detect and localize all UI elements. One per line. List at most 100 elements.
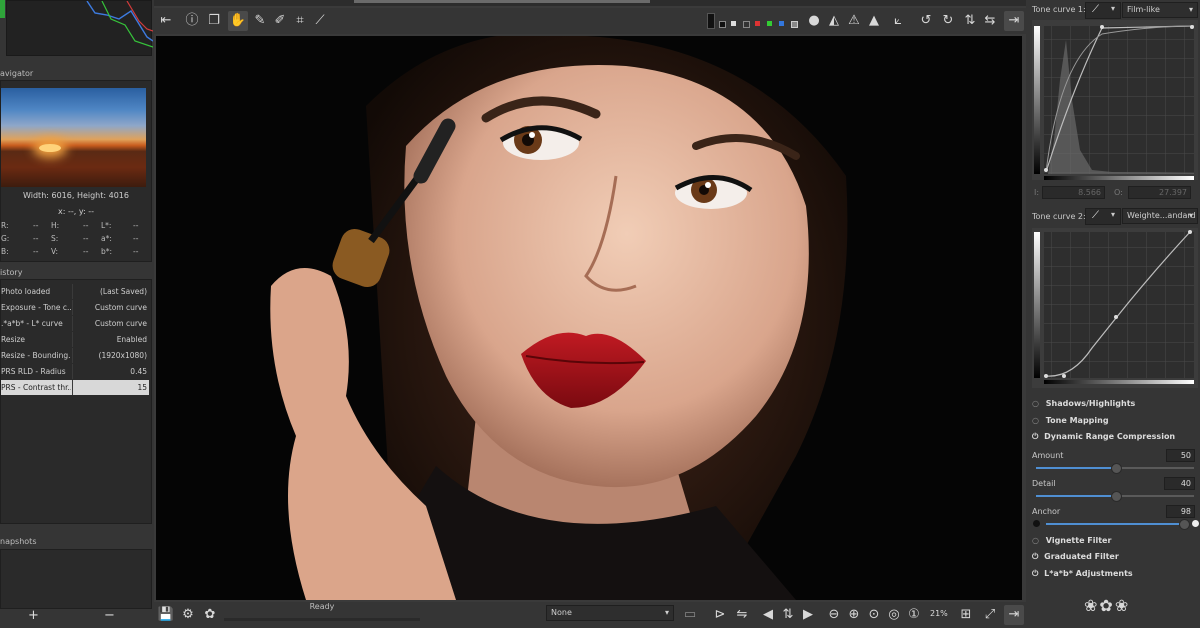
channel-luminance[interactable]: [791, 21, 798, 28]
readout-label: b*:: [101, 247, 113, 256]
readout-label: B:: [1, 247, 9, 256]
detail-slider-knob[interactable]: [1111, 491, 1122, 502]
shadow-clipping-warning-icon[interactable]: ⚠: [844, 11, 864, 31]
highlight-clipping-warning-icon[interactable]: ▲: [864, 11, 884, 31]
channel-white[interactable]: [731, 21, 736, 26]
collapse-bottom-icon[interactable]: ⇥: [1004, 605, 1024, 625]
history-item[interactable]: .*a*b* - L* curve Custom curve: [1, 316, 149, 331]
channel-gray[interactable]: [743, 21, 750, 28]
section-graduated-filter[interactable]: ⏻ Graduated Filter: [1032, 552, 1119, 562]
hand-tool-icon[interactable]: ✋: [228, 11, 248, 31]
tone-curve-2-editor[interactable]: [1032, 228, 1198, 388]
collapsed-indicator-icon: ○: [1032, 536, 1039, 545]
history-item[interactable]: Exposure - Tone c... Custom curve: [1, 300, 149, 315]
power-icon[interactable]: ⏻: [1032, 569, 1038, 578]
status-progress: [224, 618, 420, 621]
history-item[interactable]: PRS RLD - Radius 0.45: [1, 364, 149, 379]
exposure-indicator-icon[interactable]: ◭: [824, 11, 844, 31]
history-separator: [72, 284, 73, 299]
collapsed-indicator-icon: ○: [1032, 399, 1039, 408]
sync-icon[interactable]: ⇋: [732, 605, 752, 625]
zoom-out-icon[interactable]: ⊖: [824, 605, 844, 625]
profile-dropdown[interactable]: None ▾: [546, 605, 674, 621]
history-separator: [72, 348, 73, 363]
zoom-crop-icon[interactable]: ◎: [884, 605, 904, 625]
channel-green[interactable]: [767, 21, 772, 26]
history-item[interactable]: Resize Enabled: [1, 332, 149, 347]
flip-horizontal-icon[interactable]: ⇆: [980, 11, 1000, 31]
section-shadows-highlights[interactable]: ○ Shadows/Highlights: [1032, 399, 1135, 408]
history-item[interactable]: PRS - Contrast thr... 15: [1, 380, 149, 395]
folder-icon[interactable]: ▭: [680, 605, 700, 625]
crop-icon[interactable]: ⌗: [290, 11, 310, 31]
zoom-fit-icon[interactable]: ⊙: [864, 605, 884, 625]
arrow-right-icon[interactable]: ▶: [798, 605, 818, 625]
section-tone-mapping[interactable]: ○ Tone Mapping: [1032, 416, 1109, 425]
amount-label: Amount: [1032, 451, 1064, 460]
readout-label: H:: [51, 221, 60, 230]
up-down-icon[interactable]: ⇅: [778, 605, 798, 625]
tone-curve-1-input-value[interactable]: 8.566: [1042, 186, 1105, 199]
power-icon[interactable]: ⏻: [1032, 552, 1038, 561]
history-item[interactable]: Resize - Bounding... (1920x1080): [1, 348, 149, 363]
readout-label: a*:: [101, 234, 112, 243]
fullscreen-icon[interactable]: ⤢: [980, 605, 1000, 625]
tone-curve-2-type-button[interactable]: ⟋ ▾: [1085, 208, 1121, 225]
add-snapshot-button[interactable]: +: [28, 608, 39, 623]
history-value: Custom curve: [94, 319, 147, 328]
straighten-icon[interactable]: ⟋: [310, 11, 330, 31]
detail-slider[interactable]: [1036, 491, 1194, 502]
amount-slider[interactable]: [1036, 463, 1194, 474]
channel-black[interactable]: [719, 21, 726, 28]
focus-mask-icon[interactable]: ●: [804, 11, 824, 31]
readout-label: L*:: [101, 221, 112, 230]
white-balance-picker-icon[interactable]: ✎: [250, 11, 270, 31]
readout-value: --: [33, 221, 39, 230]
preview-image[interactable]: [156, 36, 1022, 600]
section-dynamic-range-compression[interactable]: ⏻ Dynamic Range Compression: [1032, 432, 1175, 442]
tone-curve-1-output-value[interactable]: 27.397: [1128, 186, 1191, 199]
tone-curve-1-mode-dropdown[interactable]: Film-like ▾: [1122, 2, 1198, 18]
tone-curve-2-mode-dropdown[interactable]: Weighte...andard ▾: [1122, 208, 1198, 224]
navigator-thumbnail[interactable]: [1, 88, 146, 187]
anchor-slider[interactable]: [1046, 519, 1191, 530]
readout-value: --: [33, 234, 39, 243]
section-lab-adjustments[interactable]: ⏻ L*a*b* Adjustments: [1032, 569, 1133, 579]
save-icon[interactable]: 💾: [156, 605, 176, 625]
external-editor-icon[interactable]: ✿: [200, 605, 220, 625]
tone-curve-1-type-button[interactable]: ⟋ ▾: [1085, 2, 1121, 19]
previous-image-icon[interactable]: ⊳: [710, 605, 730, 625]
detail-value[interactable]: 40: [1164, 477, 1195, 490]
tone-curve-1-editor[interactable]: [1032, 20, 1198, 180]
flip-vertical-icon[interactable]: ⇅: [960, 11, 980, 31]
anchor-value[interactable]: 98: [1166, 505, 1195, 518]
power-icon[interactable]: ⏻: [1032, 432, 1038, 441]
channel-lock-icon[interactable]: [707, 13, 715, 29]
channel-blue[interactable]: [779, 21, 784, 26]
collapse-right-icon[interactable]: ⇥: [1004, 11, 1024, 31]
new-detail-window-icon[interactable]: ⊞: [956, 605, 976, 625]
profile-dropdown-value: None: [551, 608, 572, 617]
history-action: Exposure - Tone c...: [1, 303, 71, 312]
detail-label: Detail: [1032, 479, 1056, 488]
zoom-100-icon[interactable]: ①: [904, 605, 924, 625]
amount-slider-knob[interactable]: [1111, 463, 1122, 474]
rotate-right-icon[interactable]: ↻: [938, 11, 958, 31]
history-item[interactable]: Photo loaded (Last Saved): [1, 284, 149, 299]
rotate-left-icon[interactable]: ↺: [916, 11, 936, 31]
section-vignette-filter[interactable]: ○ Vignette Filter: [1032, 536, 1111, 545]
tone-curve-1-mode-value: Film-like: [1127, 5, 1160, 14]
histogram-icon[interactable]: ⟀: [888, 11, 908, 31]
channel-red[interactable]: [755, 21, 760, 26]
curve-type-icon: ⟋: [1092, 210, 1099, 221]
before-after-icon[interactable]: ❐: [204, 11, 224, 31]
arrow-left-icon[interactable]: ◀: [758, 605, 778, 625]
color-picker-icon[interactable]: ✐: [270, 11, 290, 31]
remove-snapshot-button[interactable]: −: [104, 608, 115, 623]
amount-value[interactable]: 50: [1166, 449, 1195, 462]
queue-icon[interactable]: ⚙: [178, 605, 198, 625]
history-panel: Photo loaded (Last Saved) Exposure - Tone …: [0, 279, 152, 524]
zoom-in-icon[interactable]: ⊕: [844, 605, 864, 625]
info-icon[interactable]: ⓘ: [182, 11, 202, 31]
collapse-left-icon[interactable]: ⇤: [156, 11, 176, 31]
